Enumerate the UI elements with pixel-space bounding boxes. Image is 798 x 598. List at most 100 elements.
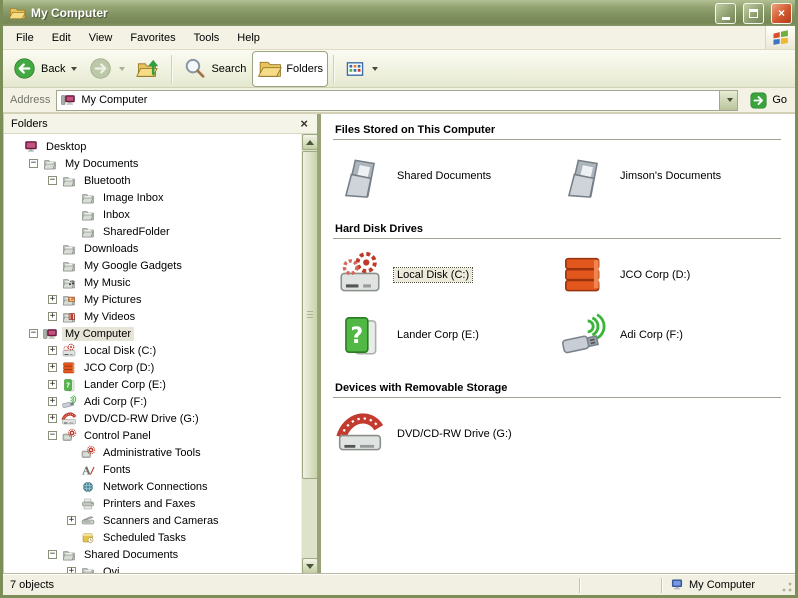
drive-tile[interactable]: Local Disk (C:) [335, 248, 558, 302]
tile-label[interactable]: Jimson's Documents [617, 169, 724, 183]
tree-item-label[interactable]: Local Disk (C:) [81, 344, 159, 358]
file-tile[interactable]: Jimson's Documents [558, 149, 781, 203]
tree-expander[interactable]: + [48, 414, 57, 423]
tree-item-label[interactable]: Control Panel [81, 429, 154, 443]
up-button[interactable] [131, 53, 166, 85]
forward-button[interactable] [83, 53, 130, 85]
tree-item[interactable]: − Shared Documents [4, 546, 301, 563]
title-bar[interactable]: My Computer × [3, 0, 795, 26]
go-button[interactable]: Go [744, 88, 792, 112]
scroll-up-button[interactable] [302, 134, 318, 150]
tree-item[interactable]: + DVD/CD-RW Drive (G:) [4, 410, 301, 427]
resize-grip[interactable] [781, 581, 793, 593]
tree-expander[interactable]: + [67, 516, 76, 525]
tree-item-label[interactable]: SharedFolder [100, 225, 173, 239]
drive-tile[interactable]: Lander Corp (E:) [335, 308, 558, 362]
tree-item-label[interactable]: JCO Corp (D:) [81, 361, 157, 375]
search-button[interactable]: Search [177, 53, 251, 85]
tree-item[interactable]: My Google Gadgets [4, 257, 301, 274]
tree-item-label[interactable]: Scheduled Tasks [100, 531, 189, 545]
tree-item[interactable]: − My Computer [4, 325, 301, 342]
tree-item[interactable]: Downloads [4, 240, 301, 257]
tree-item-label[interactable]: DVD/CD-RW Drive (G:) [81, 412, 202, 426]
tree-item-label[interactable]: My Videos [81, 310, 138, 324]
tree-item[interactable]: + My Pictures [4, 291, 301, 308]
tile-label[interactable]: DVD/CD-RW Drive (G:) [394, 427, 515, 441]
close-folders-icon[interactable]: × [298, 117, 310, 130]
tree-item-label[interactable]: Ovi [100, 565, 123, 575]
menu-item[interactable]: Help [228, 28, 269, 48]
tree-expander[interactable]: + [48, 380, 57, 389]
tree-expander[interactable]: − [48, 550, 57, 559]
tree-item-label[interactable]: Downloads [81, 242, 141, 256]
tree-item-label[interactable]: Administrative Tools [100, 446, 204, 460]
tree-expander[interactable]: − [29, 329, 38, 338]
tree-expander[interactable]: + [67, 567, 76, 574]
menu-item[interactable]: Edit [43, 28, 80, 48]
tree-item[interactable]: Image Inbox [4, 189, 301, 206]
file-tile[interactable]: Shared Documents [335, 149, 558, 203]
tree-item-label[interactable]: Scanners and Cameras [100, 514, 222, 528]
tree-item-label[interactable]: Bluetooth [81, 174, 133, 188]
address-input[interactable]: My Computer [56, 90, 738, 111]
tree-item[interactable]: − My Documents [4, 155, 301, 172]
tree-expander[interactable]: + [48, 312, 57, 321]
address-dropdown-button[interactable] [719, 91, 737, 110]
tree-item[interactable]: Printers and Faxes [4, 495, 301, 512]
tree-expander[interactable]: + [48, 295, 57, 304]
tile-label[interactable]: Local Disk (C:) [394, 268, 472, 282]
tree-item[interactable]: Administrative Tools [4, 444, 301, 461]
tile-label[interactable]: JCO Corp (D:) [617, 268, 693, 282]
tree-item[interactable]: Fonts [4, 461, 301, 478]
tree-item-label[interactable]: My Documents [62, 157, 141, 171]
tree-item[interactable]: − Bluetooth [4, 172, 301, 189]
menu-item[interactable]: File [7, 28, 43, 48]
folders-button[interactable]: Folders [252, 51, 328, 87]
tree-item-label[interactable]: Inbox [100, 208, 133, 222]
tree-item[interactable]: + Lander Corp (E:) [4, 376, 301, 393]
scrollbar-thumb[interactable] [302, 151, 318, 479]
tree-item-label[interactable]: Adi Corp (F:) [81, 395, 150, 409]
menu-item[interactable]: Favorites [121, 28, 184, 48]
close-button[interactable]: × [771, 3, 792, 24]
tree-item-label[interactable]: My Music [81, 276, 133, 290]
menu-item[interactable]: View [80, 28, 122, 48]
tile-label[interactable]: Lander Corp (E:) [394, 328, 482, 342]
drive-tile[interactable]: JCO Corp (D:) [558, 248, 781, 302]
tile-label[interactable]: Adi Corp (F:) [617, 328, 686, 342]
tree-item-label[interactable]: My Computer [62, 327, 134, 341]
tree-item-label[interactable]: Desktop [43, 140, 89, 154]
tree-item-label[interactable]: Network Connections [100, 480, 211, 494]
tree-expander[interactable]: − [48, 431, 57, 440]
tree-item[interactable]: + Scanners and Cameras [4, 512, 301, 529]
views-button[interactable] [339, 53, 383, 85]
drive-tile[interactable]: DVD/CD-RW Drive (G:) [335, 407, 558, 461]
tree-item[interactable]: + My Videos [4, 308, 301, 325]
menu-item[interactable]: Tools [185, 28, 229, 48]
tree-item[interactable]: My Music [4, 274, 301, 291]
tree-item-label[interactable]: Printers and Faxes [100, 497, 198, 511]
tree-item-label[interactable]: Fonts [100, 463, 134, 477]
tree-expander[interactable]: + [48, 363, 57, 372]
drive-tile[interactable]: Adi Corp (F:) [558, 308, 781, 362]
tree-item-label[interactable]: Lander Corp (E:) [81, 378, 169, 392]
tree-expander[interactable]: − [48, 176, 57, 185]
maximize-button[interactable] [743, 3, 764, 24]
tree-item[interactable]: + Local Disk (C:) [4, 342, 301, 359]
tree-expander[interactable]: − [29, 159, 38, 168]
tree-scrollbar[interactable] [301, 134, 317, 574]
tree-item[interactable]: SharedFolder [4, 223, 301, 240]
tree-item[interactable]: + Ovi [4, 563, 301, 574]
tree-item-label[interactable]: My Google Gadgets [81, 259, 185, 273]
tree-item[interactable]: Network Connections [4, 478, 301, 495]
tree-item[interactable]: + Adi Corp (F:) [4, 393, 301, 410]
tree-item-label[interactable]: Shared Documents [81, 548, 181, 562]
scroll-down-button[interactable] [302, 558, 318, 574]
tree-expander[interactable]: + [48, 346, 57, 355]
tree-item-label[interactable]: Image Inbox [100, 191, 167, 205]
tree-item-label[interactable]: My Pictures [81, 293, 144, 307]
tree-item[interactable]: Desktop [4, 138, 301, 155]
minimize-button[interactable] [715, 3, 736, 24]
tree-expander[interactable]: + [48, 397, 57, 406]
tree-item[interactable]: Scheduled Tasks [4, 529, 301, 546]
